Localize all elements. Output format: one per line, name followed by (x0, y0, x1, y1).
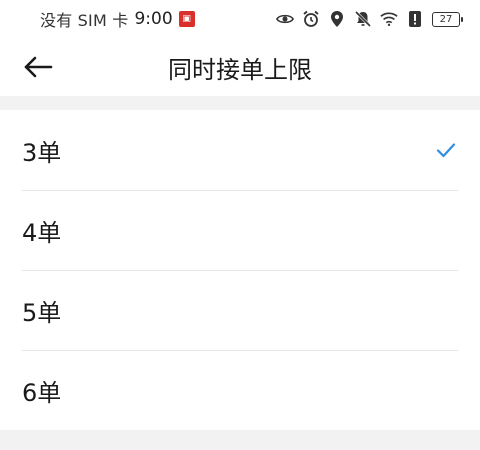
app-notification-icon: ▣ (178, 11, 195, 27)
arrow-left-icon (24, 56, 53, 78)
status-right: 27 (276, 10, 463, 28)
battery-level: 27 (439, 13, 453, 25)
option-label: 5单 (22, 298, 62, 327)
app-header: 同时接单上限 (0, 38, 480, 96)
option-label: 4单 (22, 218, 62, 247)
check-icon (436, 143, 456, 158)
alert-icon (406, 10, 424, 28)
alarm-icon (302, 10, 320, 28)
location-icon (328, 10, 346, 28)
status-bar: 没有 SIM 卡 9:00 ▣ 27 (0, 0, 480, 38)
option-item-3[interactable]: 3单 (0, 110, 480, 190)
option-item-5[interactable]: 5单 (0, 270, 480, 350)
option-item-4[interactable]: 4单 (0, 190, 480, 270)
battery-icon: 27 (432, 11, 463, 27)
eye-icon (276, 10, 294, 28)
mute-icon (354, 10, 372, 28)
clock: 9:00 (134, 9, 173, 29)
option-label: 6单 (22, 378, 62, 407)
option-list: 3单 4单 5单 6单 (0, 110, 480, 430)
status-left: 没有 SIM 卡 9:00 ▣ (40, 7, 195, 31)
option-item-6[interactable]: 6单 (0, 350, 480, 430)
page-title: 同时接单上限 (168, 55, 312, 84)
wifi-icon (380, 10, 398, 28)
option-label: 3单 (22, 138, 62, 167)
screen: 没有 SIM 卡 9:00 ▣ 27 同时接单上限 3单 4单 5单 6单 (0, 0, 480, 450)
carrier-label: 没有 SIM 卡 (40, 11, 129, 30)
back-button[interactable] (22, 52, 54, 82)
